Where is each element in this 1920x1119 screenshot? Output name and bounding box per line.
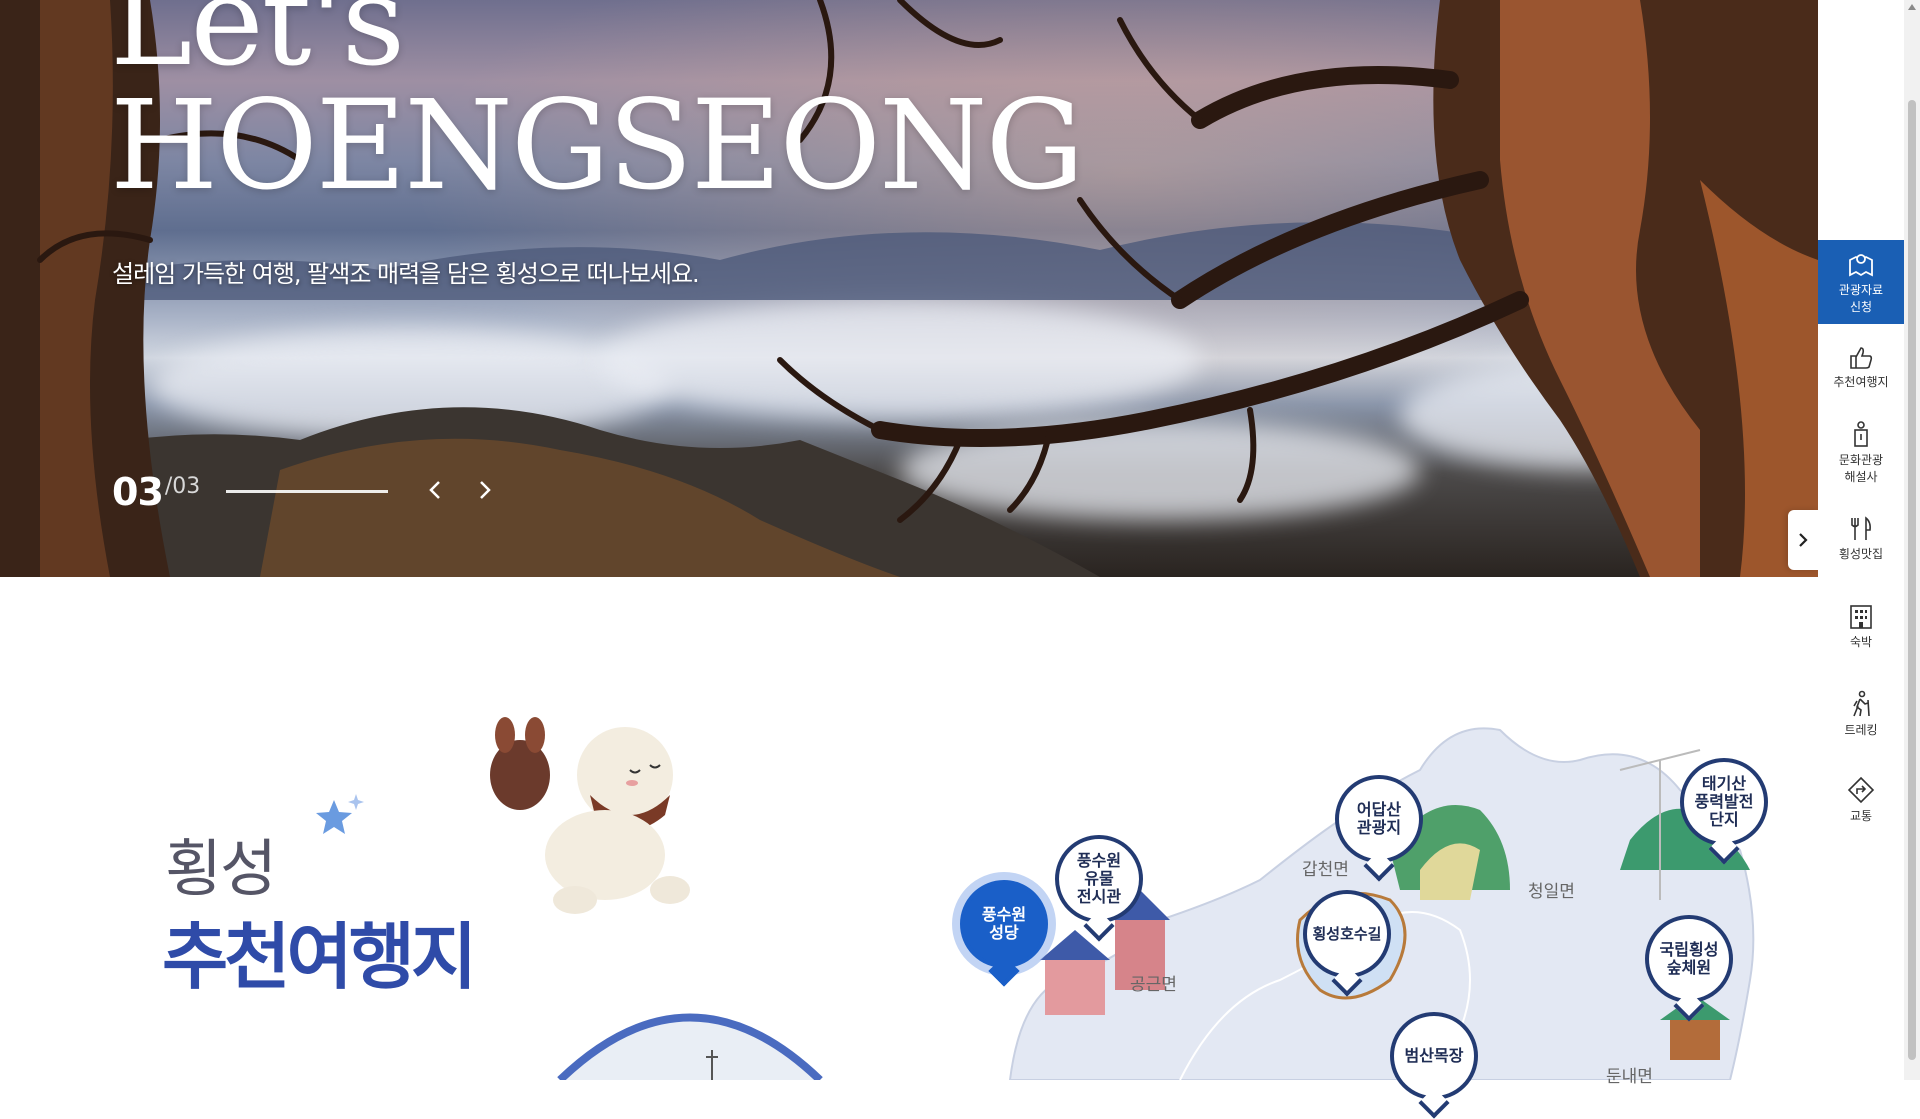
slide-total: /03	[164, 474, 201, 499]
feature-photo-circle	[557, 1013, 823, 1080]
slide-prev-button[interactable]	[420, 474, 450, 508]
map-pin-pungsuwon-cathedral[interactable]: 풍수원 성당	[960, 880, 1048, 968]
scroll-up-arrow-icon[interactable]	[1908, 4, 1916, 10]
slide-counter: 03/03	[112, 470, 200, 514]
quick-menu-label: 트레킹	[1844, 723, 1878, 737]
quick-menu-label: 문화관광	[1838, 453, 1884, 467]
hero-banner: Let's HOENGSEONG 설레임 가득한 여행, 팔색조 매력을 담은 …	[0, 0, 1818, 577]
map-pin-pungsuwon-museum[interactable]: 풍수원 유물 전시관	[1055, 835, 1143, 923]
quick-menu-label: 교통	[1849, 809, 1873, 823]
quick-menu-label: 신청	[1849, 300, 1873, 314]
pin-label: 풍력발전	[1694, 792, 1754, 811]
quick-menu-label: 해설사	[1844, 470, 1878, 484]
page-scrollbar[interactable]	[1904, 0, 1920, 1080]
pin-label: 관광지	[1356, 818, 1402, 837]
direction-sign-icon	[1847, 776, 1875, 804]
quick-menu-label: 관광자료	[1838, 283, 1884, 297]
pin-label: 범산목장	[1404, 1046, 1464, 1065]
fork-knife-icon	[1851, 516, 1871, 540]
thumbs-up-icon	[1850, 347, 1873, 369]
pin-label: 단지	[1709, 810, 1739, 829]
quick-menu-toggle[interactable]	[1788, 510, 1818, 570]
quick-menu-restaurant[interactable]: 횡성맛집	[1818, 516, 1904, 563]
map-pin-hoengseong-lake-trail[interactable]: 횡성호수길	[1303, 890, 1391, 978]
quick-menu-lodging[interactable]: 숙박	[1818, 604, 1904, 651]
building-icon	[1850, 605, 1872, 629]
place-label-gonggeun: 공근면	[1130, 975, 1177, 995]
mascot-illustration	[490, 717, 690, 914]
slide-next-button[interactable]	[470, 474, 500, 508]
hiker-icon	[1853, 690, 1870, 717]
pin-label: 횡성호수길	[1312, 925, 1382, 943]
pin-label: 풍수원	[981, 905, 1027, 924]
star-icon	[316, 794, 364, 834]
chevron-right-icon	[480, 481, 491, 499]
quick-menu-trekking[interactable]: 트레킹	[1818, 690, 1904, 739]
quick-menu-label: 숙박	[1849, 635, 1873, 649]
map-pin-beomsan-ranch[interactable]: 범산목장	[1390, 1012, 1478, 1100]
scrollbar-thumb[interactable]	[1908, 100, 1916, 1060]
quick-menu-label: 횡성맛집	[1838, 547, 1884, 561]
pin-label: 어답산	[1356, 800, 1402, 819]
chevron-right-icon	[1799, 533, 1808, 547]
map-pin-taegisan-wind[interactable]: 태기산 풍력발전 단지	[1680, 758, 1768, 846]
quick-menu-transport[interactable]: 교통	[1818, 776, 1904, 825]
guide-person-icon	[1854, 421, 1868, 447]
tourism-map: 풍수원 성당 풍수원 유물 전시관 어답산 관광지 횡성호수길 태기산 풍력발전 단지 국립…	[860, 700, 1810, 1100]
section-title-line2: 추천여행지	[162, 915, 477, 999]
map-brochure-icon	[1849, 254, 1873, 277]
pin-label: 풍수원	[1076, 851, 1122, 870]
quick-menu-recommended[interactable]: 추천여행지	[1818, 344, 1904, 391]
place-label-gapcheon: 갑천면	[1302, 860, 1349, 880]
map-pin-eodapsan[interactable]: 어답산 관광지	[1335, 775, 1423, 863]
quick-menu: 관광자료 신청 추천여행지 문화관광 해설사 횡성맛집 숙박 트레킹 교통	[1818, 240, 1904, 860]
slide-progress-bar	[226, 490, 388, 493]
hero-subtitle: 설레임 가득한 여행, 팔색조 매력을 담은 횡성으로 떠나보세요.	[112, 260, 700, 288]
pin-label: 전시관	[1076, 887, 1122, 906]
slide-current: 03	[112, 470, 164, 514]
place-label-dunnae: 둔내면	[1606, 1067, 1653, 1087]
pin-label: 숲체원	[1666, 958, 1712, 977]
map-pin-forest-center[interactable]: 국립횡성 숲체원	[1645, 915, 1733, 1003]
pin-label: 태기산	[1701, 774, 1747, 793]
quick-menu-label: 추천여행지	[1833, 375, 1889, 389]
quick-menu-brochure[interactable]: 관광자료 신청	[1818, 240, 1904, 324]
place-label-cheongil: 청일면	[1528, 882, 1575, 902]
pin-label: 성당	[989, 923, 1019, 942]
hero-title-line2: HOENGSEONG	[110, 74, 1085, 218]
quick-menu-guide[interactable]: 문화관광 해설사	[1818, 420, 1904, 486]
section-title-line1: 횡성	[165, 832, 277, 905]
pin-label: 유물	[1084, 869, 1114, 888]
chevron-left-icon	[429, 481, 440, 499]
pin-label: 국립횡성	[1659, 940, 1719, 959]
hero-title: Let's HOENGSEONG	[110, 0, 1085, 218]
